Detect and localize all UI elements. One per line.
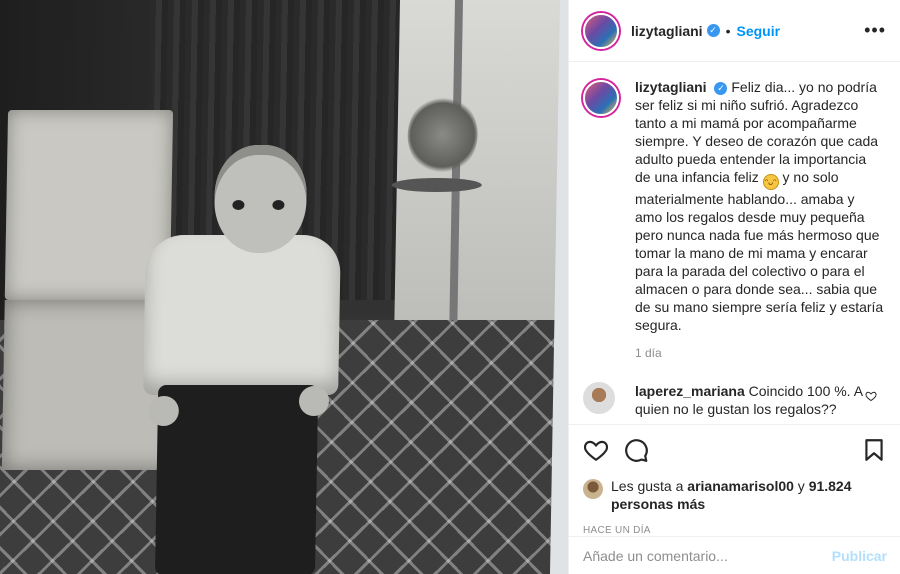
more-options-icon[interactable]: ••• (864, 20, 886, 41)
post-username[interactable]: lizytagliani (631, 23, 703, 39)
photo-child-trousers (154, 385, 319, 574)
list-item: laperez_mariana Coincido 100 %. A quien … (583, 382, 887, 418)
vintage-photo-print (0, 0, 560, 574)
likes-summary: Les gusta a arianamarisol00 y 91.824 per… (583, 477, 887, 513)
post-actions: Les gusta a arianamarisol00 y 91.824 per… (569, 424, 900, 536)
post-photo[interactable] (0, 0, 568, 574)
comment-input[interactable] (583, 547, 832, 564)
likes-joiner: y (797, 478, 805, 494)
likes-text: Les gusta a arianamarisol00 y 91.824 per… (611, 477, 887, 513)
caption-username[interactable]: lizytagliani (635, 79, 707, 95)
verified-badge-icon: ✓ (706, 24, 720, 37)
like-comment-heart-icon[interactable] (865, 390, 877, 402)
photo-child-sweater (143, 235, 341, 395)
comments-list[interactable]: lizytagliani ✓ Feliz dia... yo no podría… (569, 62, 900, 424)
like-heart-icon[interactable] (583, 437, 609, 463)
avatar[interactable] (583, 479, 603, 499)
comment-text: laperez_mariana Coincido 100 %. A quien … (635, 382, 865, 418)
caption-timestamp[interactable]: 1 día (635, 346, 887, 360)
post-timestamp[interactable]: HACE UN DÍA (583, 525, 887, 536)
caption: lizytagliani ✓ Feliz dia... yo no podría… (583, 78, 887, 334)
avatar[interactable] (583, 12, 619, 49)
caption-body-part2: y no solo materialmente hablando... amab… (635, 169, 884, 333)
avatar[interactable] (583, 80, 619, 116)
action-icons (583, 435, 887, 465)
add-comment-bar: Publicar (569, 536, 900, 574)
bookmark-icon[interactable] (861, 437, 887, 463)
follow-button[interactable]: Seguir (736, 23, 780, 39)
caption-text: lizytagliani ✓ Feliz dia... yo no podría… (635, 78, 885, 334)
separator-dot: • (725, 22, 731, 39)
avatar[interactable] (583, 382, 615, 414)
verified-badge-icon: ✓ (714, 81, 728, 95)
post-header: lizytagliani ✓ • Seguir ••• (569, 0, 900, 62)
publish-button[interactable]: Publicar (832, 548, 887, 564)
post-side-panel: lizytagliani ✓ • Seguir ••• lizytagliani… (568, 0, 900, 574)
photo-side-table (391, 178, 482, 192)
likes-prefix: Les gusta a (611, 478, 684, 494)
photo-child-head (213, 145, 308, 253)
liker-username[interactable]: arianamarisol00 (687, 478, 794, 494)
comment-bubble-icon[interactable] (623, 437, 649, 463)
grinning-face-icon: ᵔᴗᵔ (762, 174, 779, 190)
comment-username[interactable]: laperez_mariana (635, 383, 745, 399)
